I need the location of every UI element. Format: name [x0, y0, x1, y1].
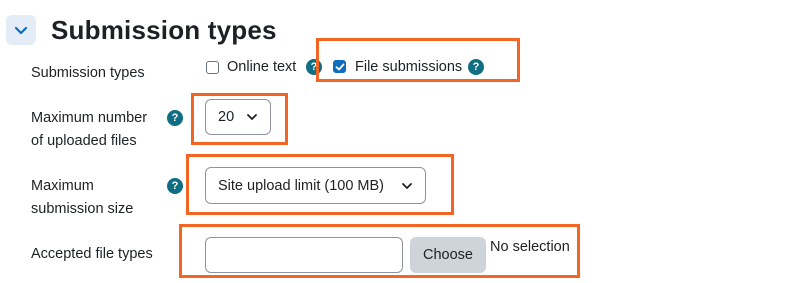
max-files-help-icon[interactable]: ? [167, 110, 183, 126]
assignment-settings-page: Submission types Submission types Online… [0, 0, 794, 283]
max-size-help-icon[interactable]: ? [167, 178, 183, 194]
file-submissions-help-icon[interactable]: ? [468, 59, 484, 75]
max-size-label-line2: submission size [31, 201, 134, 217]
chevron-down-icon [402, 182, 412, 189]
online-text-checkbox[interactable] [206, 61, 219, 74]
section-title: Submission types [51, 15, 277, 45]
no-selection-status: No selection [490, 239, 570, 255]
chevron-down-icon [14, 26, 28, 35]
file-submissions-label[interactable]: File submissions [355, 57, 462, 77]
file-submissions-checkbox[interactable] [333, 60, 346, 73]
max-files-label-line1: Maximum number [31, 110, 148, 126]
max-size-value: Site upload limit (100 MB) [218, 177, 385, 194]
file-types-input[interactable] [205, 237, 403, 273]
online-text-label[interactable]: Online text [227, 57, 296, 77]
max-size-label-line1: Maximum [31, 178, 94, 194]
checkmark-icon [335, 63, 344, 70]
online-text-help-icon[interactable]: ? [306, 59, 322, 75]
file-types-label: Accepted file types [31, 246, 153, 262]
max-files-value: 20 [218, 109, 235, 125]
max-size-select[interactable]: Site upload limit (100 MB) [205, 167, 426, 204]
submission-types-label: Submission types [31, 65, 145, 81]
chevron-down-icon [247, 114, 257, 120]
collapse-toggle-button[interactable] [6, 15, 36, 45]
choose-button[interactable]: Choose [410, 237, 486, 273]
max-files-label-line2: of uploaded files [31, 133, 137, 149]
max-files-select[interactable]: 20 [205, 99, 271, 135]
